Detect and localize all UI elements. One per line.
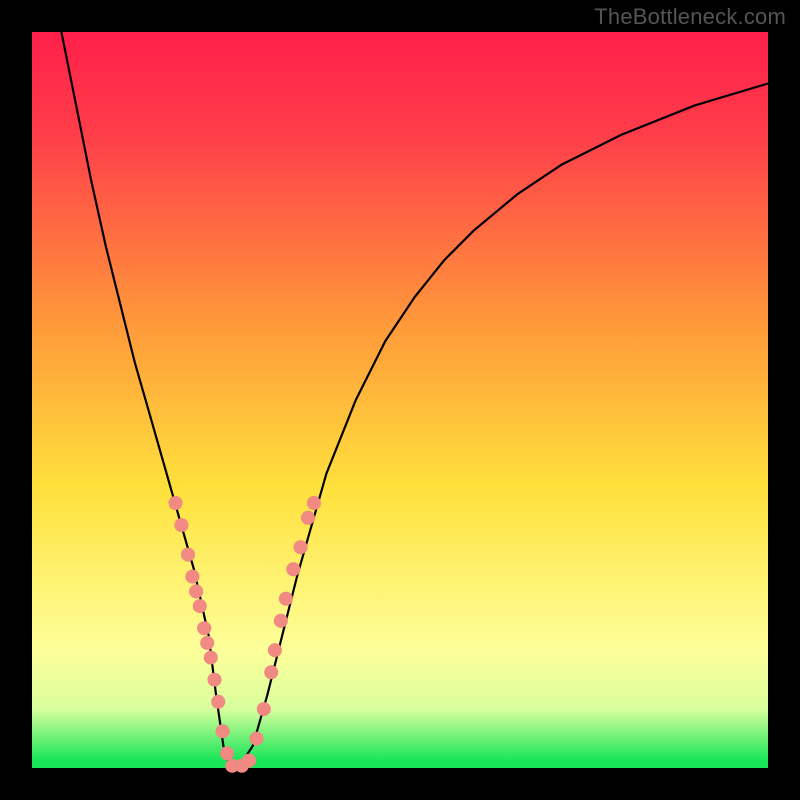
scatter-dot <box>268 643 282 657</box>
scatter-dot <box>294 540 308 554</box>
scatter-dot <box>220 746 234 760</box>
scatter-dot <box>204 651 218 665</box>
plot-area <box>32 32 768 768</box>
scatter-dot <box>189 584 203 598</box>
bottleneck-curve <box>61 32 768 768</box>
scatter-points <box>169 496 321 773</box>
scatter-dot <box>200 636 214 650</box>
scatter-dot <box>174 518 188 532</box>
scatter-dot <box>257 702 271 716</box>
scatter-dot <box>185 570 199 584</box>
scatter-dot <box>216 724 230 738</box>
scatter-dot <box>250 732 264 746</box>
scatter-dot <box>169 496 183 510</box>
scatter-dot <box>211 695 225 709</box>
scatter-dot <box>301 511 315 525</box>
scatter-dot <box>279 592 293 606</box>
chart-svg <box>32 32 768 768</box>
scatter-dot <box>307 496 321 510</box>
scatter-dot <box>264 665 278 679</box>
scatter-dot <box>286 562 300 576</box>
watermark-text: TheBottleneck.com <box>594 4 786 30</box>
chart-frame: TheBottleneck.com <box>0 0 800 800</box>
scatter-dot <box>197 621 211 635</box>
scatter-dot <box>208 673 222 687</box>
scatter-dot <box>242 754 256 768</box>
scatter-dot <box>274 614 288 628</box>
scatter-dot <box>181 548 195 562</box>
scatter-dot <box>193 599 207 613</box>
